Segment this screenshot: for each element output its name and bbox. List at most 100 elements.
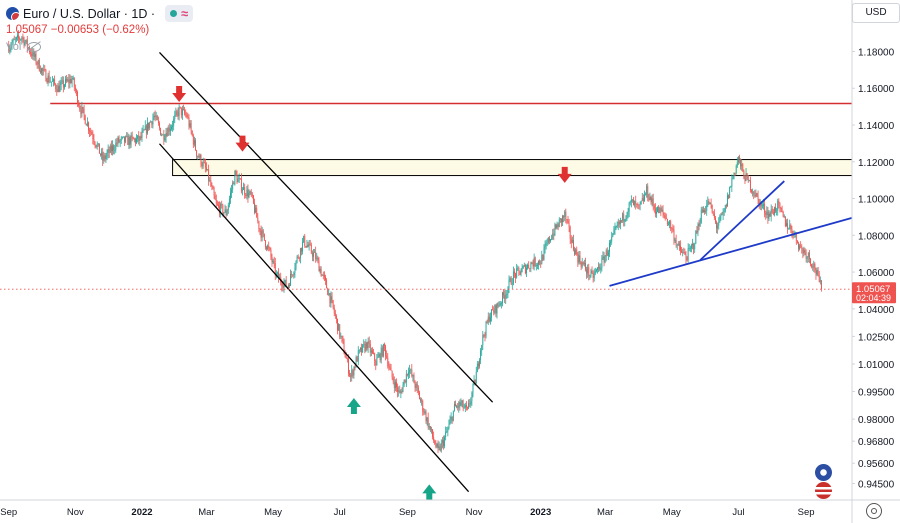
candle-body [597,267,598,270]
candle-body [678,243,680,246]
candle-body [488,316,490,322]
candle-body [358,349,360,351]
candle-body [562,215,563,223]
candle-body [187,117,189,118]
candle-body [505,294,507,299]
candle-body [702,210,704,213]
candle-body [742,164,744,172]
candle-body [222,205,224,215]
candle-body [662,209,664,213]
time-tick-label: May [264,507,282,518]
candle-body [86,122,88,126]
candle-body [214,195,216,200]
candle-body [421,400,423,402]
candle-body [502,292,503,303]
region-flag-icon[interactable] [815,464,832,481]
price-tick-label: 1.10000 [858,195,895,206]
candle-body [652,198,654,206]
candle-body [439,446,441,451]
candle-body [425,411,427,422]
candle-body [656,211,657,215]
candle-body [522,266,524,269]
candle-body [748,180,750,182]
candle-body [191,131,193,136]
candle-body [133,138,135,140]
candle-body [567,220,569,223]
candle-body [404,379,406,383]
settings-gear-icon[interactable] [866,503,882,519]
channel-lower-line [158,143,470,493]
candle-body [161,135,163,136]
symbol-header[interactable]: Euro / U.S. Dollar · 1D · ≈ [6,5,194,22]
candle-body [292,274,294,276]
candle-body [508,280,510,289]
candle-body [767,211,769,219]
candle-body [389,367,391,369]
candle-body [462,400,464,409]
candle-body [391,370,393,378]
candle-body [268,245,270,248]
candle-body [482,334,484,345]
candle-body [263,233,265,241]
candle-body [609,242,610,253]
candle-body [416,383,418,388]
candle-body [147,122,148,134]
candle-body [808,252,810,259]
candle-body [100,153,101,156]
candle-body [107,149,109,153]
hidden-eye-icon[interactable] [27,42,42,52]
candle-body [264,240,266,247]
candle-body [297,256,299,258]
candle-body [340,335,342,337]
candle-body [487,316,489,323]
candle-body [242,189,243,191]
time-tick-label: Mar [597,507,613,518]
candle-body [315,251,317,260]
candle-body [498,305,500,307]
candle-body [376,358,378,366]
candle-body [223,212,225,215]
candle-body [558,219,560,228]
candle-body [331,296,333,301]
time-tick-label: Jul [334,507,346,518]
candle-body [168,127,170,132]
candle-body [570,238,572,243]
market-status-pill[interactable]: ≈ [164,5,194,22]
candle-body [251,194,253,196]
price-chart[interactable]: 1.200001.180001.160001.140001.120001.100… [0,0,900,523]
candle-body [818,274,820,282]
candle-body [202,162,204,167]
candle-body [397,387,399,393]
candle-body [772,212,774,215]
candle-body [811,264,813,267]
candle-body [284,279,286,283]
candle-body [299,248,301,259]
candle-body [368,341,370,344]
candle-body [325,276,326,281]
candle-body [790,225,792,230]
candle-body [281,282,283,287]
us-flag-icon[interactable] [815,482,832,499]
candle-body [237,178,239,183]
candle-body [504,295,506,299]
candle-body [753,191,755,195]
currency-selector[interactable]: USD [852,3,900,23]
axis-layer: 1.200001.180001.160001.140001.120001.100… [0,0,900,523]
candle-body [707,201,709,206]
candle-body [694,243,696,250]
candle-body [76,90,77,92]
price-tick-label: 1.04000 [858,305,895,316]
volume-label: Vol [6,41,22,53]
candle-body [137,135,139,139]
candle-body [31,53,33,57]
volume-legend[interactable]: Vol [6,41,42,53]
candle-body [670,221,672,229]
candle-body [432,429,434,437]
candle-body [515,273,517,278]
candle-body [164,138,166,141]
candle-body [423,411,425,413]
candle-body [332,300,334,308]
candle-body [36,63,38,65]
candle-body [623,213,625,222]
candle-body [93,139,95,143]
